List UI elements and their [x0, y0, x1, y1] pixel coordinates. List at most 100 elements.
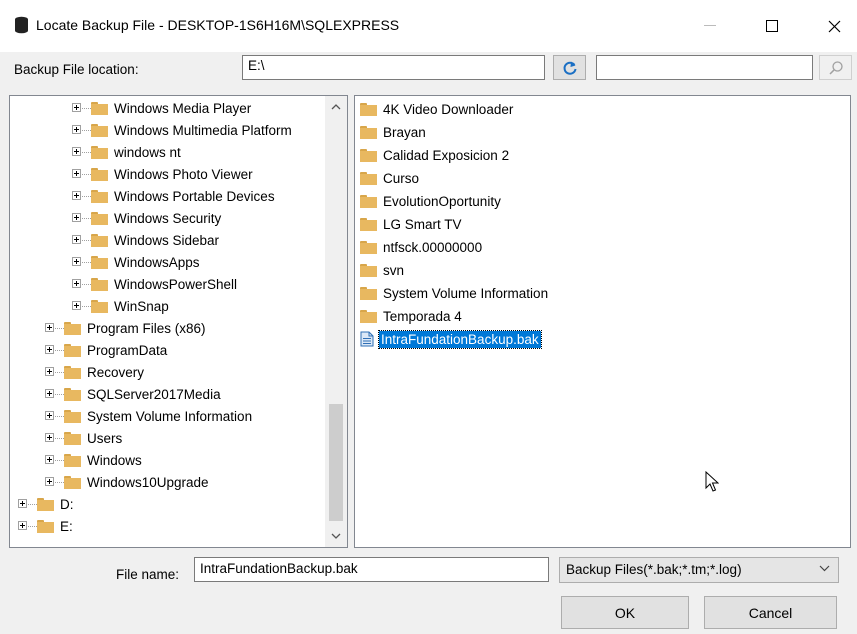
chevron-down-icon: [331, 533, 341, 539]
expand-icon[interactable]: [72, 125, 81, 134]
file-item[interactable]: IntraFundationBackup.bak: [360, 329, 542, 349]
tree-item[interactable]: Windows Security: [10, 208, 325, 228]
tree-connector: [82, 130, 91, 131]
tree-item-label: Recovery: [87, 364, 145, 380]
tree-connector: [82, 174, 91, 175]
expand-icon[interactable]: [45, 345, 54, 354]
folder-icon: [64, 343, 81, 357]
folder-item[interactable]: System Volume Information: [360, 283, 550, 303]
tree-item[interactable]: Recovery: [10, 362, 325, 382]
chevron-down-icon: [819, 565, 830, 572]
tree-item[interactable]: WindowsPowerShell: [10, 274, 325, 294]
refresh-icon: [563, 61, 576, 75]
file-type-select[interactable]: Backup Files(*.bak;*.tm;*.log): [559, 557, 839, 583]
location-input[interactable]: E:\: [242, 55, 545, 80]
expand-icon[interactable]: [45, 367, 54, 376]
folder-item[interactable]: svn: [360, 260, 406, 280]
folder-icon: [91, 145, 108, 159]
file-name-label: File name:: [116, 567, 180, 582]
maximize-icon: [766, 20, 778, 32]
expand-icon[interactable]: [72, 257, 81, 266]
folder-tree[interactable]: Windows Media Player Windows Multimedia P…: [9, 95, 348, 548]
folder-icon: [360, 148, 377, 162]
folder-icon: [64, 321, 81, 335]
tree-item[interactable]: WinSnap: [10, 296, 325, 316]
tree-connector: [82, 284, 91, 285]
tree-item-label: WindowsApps: [114, 254, 200, 270]
folder-item[interactable]: Brayan: [360, 122, 428, 142]
close-button[interactable]: [811, 0, 857, 52]
file-item-label: svn: [383, 262, 405, 278]
file-item-label: Calidad Exposicion 2: [383, 147, 510, 163]
tree-item[interactable]: Windows Portable Devices: [10, 186, 325, 206]
tree-item-label: Windows Sidebar: [114, 232, 220, 248]
tree-connector: [55, 482, 64, 483]
refresh-button[interactable]: [553, 55, 586, 80]
file-item-label: ntfsck.00000000: [383, 239, 483, 255]
tree-item[interactable]: WindowsApps: [10, 252, 325, 272]
tree-item-label: ProgramData: [87, 342, 168, 358]
tree-item[interactable]: Windows Multimedia Platform: [10, 120, 325, 140]
expand-icon[interactable]: [45, 455, 54, 464]
scroll-up-button[interactable]: [325, 96, 347, 118]
expand-icon[interactable]: [45, 389, 54, 398]
database-icon: [15, 16, 28, 34]
minimize-button[interactable]: [687, 0, 733, 52]
folder-item[interactable]: Curso: [360, 168, 421, 188]
folder-item[interactable]: ntfsck.00000000: [360, 237, 484, 257]
folder-item[interactable]: EvolutionOportunity: [360, 191, 503, 211]
expand-icon[interactable]: [18, 521, 27, 530]
tree-item-label: Windows Multimedia Platform: [114, 122, 292, 138]
expand-icon[interactable]: [45, 433, 54, 442]
drive-icon: [37, 497, 54, 511]
tree-item[interactable]: Windows: [10, 450, 325, 470]
tree-item[interactable]: System Volume Information: [10, 406, 325, 426]
tree-connector: [55, 394, 64, 395]
tree-item[interactable]: Windows Photo Viewer: [10, 164, 325, 184]
expand-icon[interactable]: [45, 477, 54, 486]
expand-icon[interactable]: [45, 411, 54, 420]
tree-item[interactable]: D:: [10, 494, 325, 514]
file-item-label: Temporada 4: [383, 308, 462, 324]
folder-item[interactable]: 4K Video Downloader: [360, 99, 515, 119]
folder-item[interactable]: Calidad Exposicion 2: [360, 145, 511, 165]
search-button[interactable]: [819, 55, 852, 80]
expand-icon[interactable]: [18, 499, 27, 508]
folder-icon: [91, 189, 108, 203]
file-name-input[interactable]: IntraFundationBackup.bak: [194, 557, 549, 582]
tree-connector: [55, 350, 64, 351]
expand-icon[interactable]: [72, 147, 81, 156]
folder-icon: [360, 309, 377, 323]
expand-icon[interactable]: [72, 103, 81, 112]
expand-icon[interactable]: [72, 235, 81, 244]
file-item-label: LG Smart TV: [383, 216, 462, 232]
cancel-button[interactable]: Cancel: [704, 596, 837, 629]
ok-button[interactable]: OK: [561, 596, 689, 629]
folder-item[interactable]: Temporada 4: [360, 306, 464, 326]
search-input[interactable]: [596, 55, 813, 80]
expand-icon[interactable]: [72, 279, 81, 288]
tree-item[interactable]: Windows Sidebar: [10, 230, 325, 250]
expand-icon[interactable]: [72, 301, 81, 310]
file-list[interactable]: 4K Video Downloader Brayan Calidad Exposic…: [354, 95, 851, 548]
scroll-thumb[interactable]: [329, 404, 343, 521]
tree-item[interactable]: Windows10Upgrade: [10, 472, 325, 492]
tree-item[interactable]: windows nt: [10, 142, 325, 162]
expand-icon[interactable]: [72, 213, 81, 222]
expand-icon[interactable]: [72, 169, 81, 178]
tree-item[interactable]: Users: [10, 428, 325, 448]
tree-connector: [82, 152, 91, 153]
tree-item[interactable]: E:: [10, 516, 325, 536]
expand-icon[interactable]: [45, 323, 54, 332]
tree-scrollbar[interactable]: [325, 96, 347, 547]
tree-item[interactable]: SQLServer2017Media: [10, 384, 325, 404]
folder-icon: [360, 263, 377, 277]
maximize-button[interactable]: [749, 0, 795, 52]
expand-icon[interactable]: [72, 191, 81, 200]
scroll-down-button[interactable]: [325, 525, 347, 547]
folder-icon: [91, 101, 108, 115]
tree-item[interactable]: Program Files (x86): [10, 318, 325, 338]
folder-item[interactable]: LG Smart TV: [360, 214, 464, 234]
tree-item[interactable]: ProgramData: [10, 340, 325, 360]
tree-item[interactable]: Windows Media Player: [10, 98, 325, 118]
